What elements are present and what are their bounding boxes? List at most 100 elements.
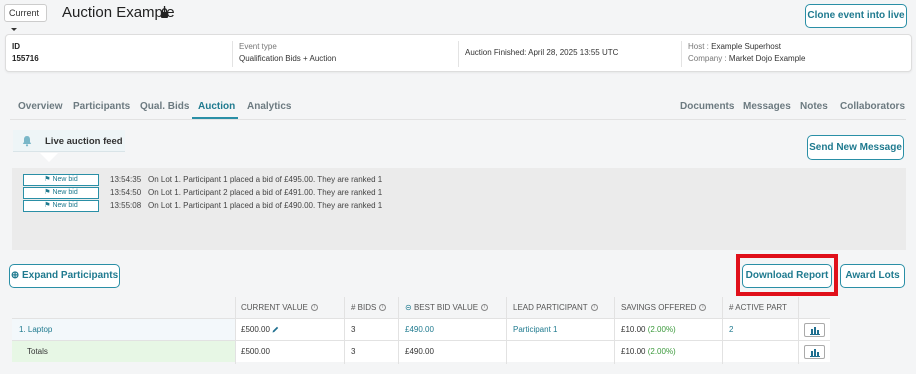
tab-auction[interactable]: Auction [198,101,235,112]
column-header: SAVINGS OFFERED i [621,303,707,312]
auction-page: Current Auction Example Clone event into… [0,0,916,374]
clone-event-button[interactable]: Clone event into live [805,4,907,28]
column-header: LEAD PARTICIPANT i [513,303,598,312]
column-header: ⊝ BEST BID VALUE i [405,303,489,312]
company-value: Market Dojo Example [728,54,806,63]
lead-participant-link[interactable]: Participant 1 [513,325,557,334]
info-icon[interactable]: i [310,304,318,312]
event-id-value: 155716 [12,54,39,63]
tab-qual-bids[interactable]: Qual. Bids [140,101,189,112]
version-select-label: Current [9,8,40,18]
gavel-icon: ⚑ [44,189,51,196]
bar-chart-icon [810,327,820,335]
info-icon[interactable]: i [379,304,387,312]
tab-messages[interactable]: Messages [743,101,791,112]
total-current-value: £500.00 [241,347,270,356]
event-type-value: Qualification Bids + Auction [239,54,337,63]
lot-chart-button[interactable] [804,323,825,337]
live-feed-panel: ⚑ New bid 13:54:35 On Lot 1. Participant… [12,168,906,250]
new-bid-badge: ⚑ New bid [23,200,99,212]
column-divider [344,297,345,364]
event-type-block: Event type Qualification Bids + Auction [232,41,458,67]
info-icon[interactable]: i [699,304,707,312]
column-divider [798,297,799,364]
totals-chart-button[interactable] [804,345,825,359]
total-savings-value: £10.00 [621,347,646,356]
savings-cell: £10.00 (2.00%) [621,325,676,334]
best-bid-link[interactable]: £490.00 [405,325,434,334]
send-new-message-button[interactable]: Send New Message [807,135,904,160]
column-header: CURRENT VALUE i [241,303,318,312]
new-bid-badge: ⚑ New bid [23,174,99,186]
column-header-label: # BIDS [351,303,377,312]
active-participants-link[interactable]: 2 [729,325,733,334]
column-header-label: LEAD PARTICIPANT [513,303,588,312]
sort-icon[interactable]: ⊝ [405,303,412,312]
total-best-bid: £490.00 [405,347,434,356]
current-value-cell: £500.00 [241,325,279,334]
column-header-label: # ACTIVE PART [729,303,787,312]
active-tab-indicator [192,117,238,119]
tab-notes[interactable]: Notes [800,101,828,112]
feed-pointer [40,153,58,162]
expand-participants-button[interactable]: ⊕ Expand Participants [9,264,120,288]
host-block: Host : Example Superhost Company : Marke… [681,41,909,67]
new-bid-badge: ⚑ New bid [23,187,99,199]
column-divider [614,297,615,364]
feed-time: 13:54:50 [110,188,142,197]
bell-icon [22,136,32,147]
column-divider [506,297,507,364]
info-icon[interactable]: i [481,304,489,312]
table-row-totals: Totals £500.00 3 £490.00 £10.00 (2.00%) [12,340,830,362]
new-bid-label: New bid [52,176,78,183]
tab-analytics[interactable]: Analytics [247,101,291,112]
column-header: # BIDS i [351,303,387,312]
tab-participants[interactable]: Participants [73,101,130,112]
bar-chart-icon [810,349,820,357]
current-value: £500.00 [241,325,270,334]
auction-status: Auction Finished: April 28, 2025 13:55 U… [465,48,619,57]
savings-pct: (2.00%) [647,325,676,334]
total-bids: 3 [351,347,356,356]
column-header-label: BEST BID VALUE [413,303,479,312]
feed-time: 13:54:35 [110,175,142,184]
tab-collaborators[interactable]: Collaborators [840,101,905,112]
totals-label: Totals [27,347,48,356]
feed-message: On Lot 1. Participant 2 placed a bid of … [148,188,383,197]
live-feed-title: Live auction feed [45,136,123,147]
auction-status-block: Auction Finished: April 28, 2025 13:55 U… [458,41,684,67]
feed-message: On Lot 1. Participant 1 placed a bid of … [148,175,383,184]
tab-overview[interactable]: Overview [18,101,62,112]
version-select[interactable]: Current [4,4,47,32]
tab-documents[interactable]: Documents [680,101,734,112]
new-bid-label: New bid [52,202,78,209]
live-feed-header: Live auction feed [13,130,125,152]
column-header-label: SAVINGS OFFERED [621,303,697,312]
feed-message: On Lot 1. Participant 1 placed a bid of … [148,201,383,210]
event-info-card: ID 155716 Event type Qualification Bids … [5,34,912,72]
award-lots-button[interactable]: Award Lots [840,264,905,288]
total-savings-cell: £10.00 (2.00%) [621,347,676,356]
bids-cell: 3 [351,325,356,334]
lot-name-link[interactable]: 1. Laptop [19,325,52,334]
column-header: # ACTIVE PART [729,303,787,312]
total-savings-pct: (2.00%) [647,347,676,356]
tabs-divider [10,119,906,120]
download-report-button[interactable]: Download Report [742,264,832,288]
info-icon[interactable]: i [590,304,598,312]
feed-time: 13:55:08 [110,201,142,210]
caret-down-icon [11,28,17,32]
savings-value: £10.00 [621,325,646,334]
table-row: 1. Laptop £500.00 3 £490.00 Participant … [12,318,830,340]
event-type-label: Event type [239,42,277,51]
lock-icon [161,8,168,18]
host-label: Host : [688,42,709,51]
column-divider [235,297,236,364]
table-header: CURRENT VALUE i # BIDS i ⊝ BEST BID VALUE i… [12,297,830,317]
pencil-icon[interactable] [272,326,279,333]
page-title: Auction Example [62,4,175,21]
expand-participants-label: Expand Participants [22,270,119,281]
host-value: Example Superhost [711,42,781,51]
event-id-label: ID [12,42,20,51]
gavel-icon: ⚑ [44,176,51,183]
